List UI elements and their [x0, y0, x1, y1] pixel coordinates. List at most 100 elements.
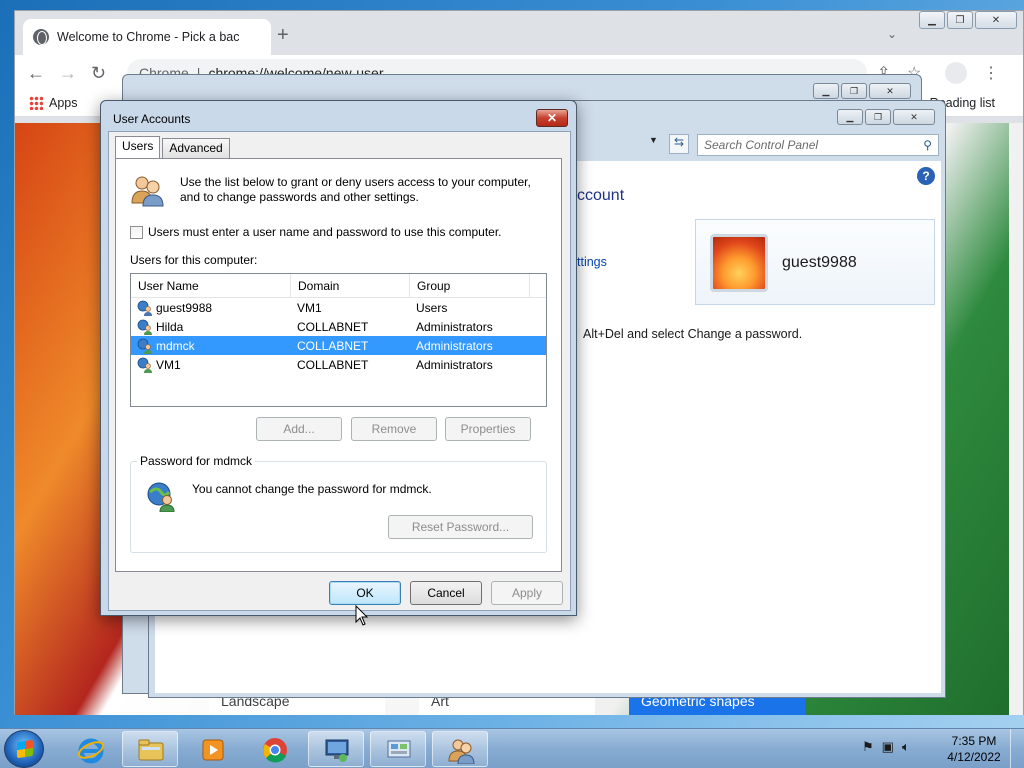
taskbar-user-accounts[interactable]: [432, 731, 488, 767]
user-icon: [137, 300, 153, 316]
clock-date: 4/12/2022: [947, 750, 1001, 764]
user-globe-icon: [147, 482, 175, 512]
tab-title: Welcome to Chrome - Pick a bac: [57, 30, 240, 44]
apps-label: Apps: [49, 96, 78, 110]
intro-text: Use the list below to grant or deny user…: [180, 175, 531, 204]
users-list-rows: guest9988 VM1 Users Hilda COLLABNET Administr…: [131, 298, 546, 374]
cell-domain: VM1: [297, 300, 322, 315]
dialog-body: Users Advanced Use the list below to gra…: [108, 131, 571, 611]
control-panel-window-controls: ▁ ❐ ✕: [837, 109, 935, 125]
dialog-close-button[interactable]: ✕: [536, 109, 568, 127]
user-name-text: mdmck: [156, 338, 195, 353]
clock[interactable]: 7:35 PM 4/12/2022: [946, 733, 1002, 765]
minimize-button[interactable]: ▁: [919, 11, 945, 29]
current-user-card: guest9988: [695, 219, 935, 305]
require-login-checkbox-row[interactable]: Users must enter a user name and passwor…: [130, 225, 502, 239]
close-button[interactable]: ✕: [893, 109, 935, 125]
settings-link[interactable]: ttings: [577, 255, 607, 269]
volume-icon[interactable]: 🔈︎: [902, 739, 910, 755]
add-button[interactable]: Add...: [256, 417, 342, 441]
action-center-flag-icon[interactable]: ⚑: [862, 739, 874, 755]
tab-advanced[interactable]: Advanced: [162, 138, 230, 158]
properties-button[interactable]: Properties: [445, 417, 531, 441]
user-name: guest9988: [782, 254, 857, 271]
tab-search-chevron-icon[interactable]: ⌄: [887, 27, 897, 41]
chrome-tab-strip: Welcome to Chrome - Pick a bac + ⌄ ▁ ❐ ✕: [15, 11, 1023, 55]
maximize-button[interactable]: ❐: [865, 109, 891, 125]
tab-users[interactable]: Users: [115, 136, 161, 158]
column-group[interactable]: Group: [410, 274, 530, 298]
cell-user-name: mdmck: [131, 338, 291, 354]
clock-time: 7:35 PM: [951, 734, 997, 748]
back-window-controls: ▁ ❐ ✕: [813, 83, 911, 99]
maximize-button[interactable]: ❐: [841, 83, 867, 99]
users-icon: [131, 176, 164, 207]
refresh-icon[interactable]: ⇆: [669, 134, 689, 154]
tab-welcome[interactable]: Welcome to Chrome - Pick a bac: [23, 19, 271, 55]
minimize-button[interactable]: ▁: [837, 109, 863, 125]
windows-logo-icon: [17, 739, 33, 759]
search-placeholder: Search Control Panel: [704, 138, 819, 152]
menu-kebab-icon[interactable]: ⋮: [983, 63, 999, 83]
globe-icon: [33, 29, 49, 45]
ok-button[interactable]: OK: [329, 581, 401, 605]
mouse-cursor-icon: [355, 605, 369, 626]
taskbar-remote-desktop[interactable]: [308, 731, 364, 767]
require-login-checkbox[interactable]: [130, 225, 143, 239]
search-control-panel-input[interactable]: Search Control Panel ⚲: [697, 134, 939, 156]
user-icon: [137, 338, 153, 354]
show-desktop-button[interactable]: [1010, 729, 1024, 768]
reset-password-button[interactable]: Reset Password...: [388, 515, 533, 539]
reload-icon[interactable]: ↻: [91, 63, 106, 84]
taskbar-control-panel[interactable]: [370, 731, 426, 767]
taskbar-internet-explorer[interactable]: [62, 731, 118, 767]
user-name-text: VM1: [156, 357, 181, 372]
start-button[interactable]: [4, 730, 44, 768]
cell-group: Administrators: [416, 338, 493, 353]
table-row[interactable]: mdmck COLLABNET Administrators: [131, 336, 546, 355]
minimize-button[interactable]: ▁: [813, 83, 839, 99]
users-list[interactable]: User Name Domain Group guest9988 VM1 Users…: [130, 273, 547, 407]
cell-domain: COLLABNET: [297, 338, 369, 353]
cell-domain: COLLABNET: [297, 319, 369, 334]
apps-grid-icon: [29, 96, 43, 110]
users-list-label: Users for this computer:: [130, 253, 258, 267]
user-name-text: guest9988: [156, 300, 213, 315]
column-user-name[interactable]: User Name: [131, 274, 291, 298]
table-row[interactable]: Hilda COLLABNET Administrators: [131, 317, 546, 336]
network-icon[interactable]: ▣: [882, 739, 894, 755]
help-icon[interactable]: ?: [917, 167, 935, 185]
maximize-button[interactable]: ❐: [947, 11, 973, 29]
apps-shortcut[interactable]: Apps: [29, 96, 78, 110]
apply-button[interactable]: Apply: [491, 581, 563, 605]
system-tray: ⚑ ▣ 🔈︎: [862, 739, 910, 755]
dialog-title: User Accounts: [113, 112, 191, 126]
forward-arrow-icon[interactable]: →: [59, 63, 77, 84]
search-icon[interactable]: ⚲: [923, 138, 932, 152]
new-tab-button[interactable]: +: [277, 24, 289, 47]
close-button[interactable]: ✕: [869, 83, 911, 99]
taskbar-explorer[interactable]: [122, 731, 178, 767]
internet-explorer-icon: [77, 738, 105, 764]
close-button[interactable]: ✕: [975, 11, 1017, 29]
user-accounts-dialog: User Accounts ✕ Users Advanced Use the l…: [100, 100, 577, 616]
cancel-button[interactable]: Cancel: [410, 581, 482, 605]
page-title: ccount: [577, 187, 625, 204]
remove-button[interactable]: Remove: [351, 417, 437, 441]
column-domain[interactable]: Domain: [291, 274, 410, 298]
table-row[interactable]: guest9988 VM1 Users: [131, 298, 546, 317]
address-dropdown-icon[interactable]: ▼: [649, 135, 658, 145]
users-list-header: User Name Domain Group: [131, 274, 546, 298]
cell-group: Administrators: [416, 319, 493, 334]
profile-avatar-icon[interactable]: [945, 62, 967, 84]
back-arrow-icon[interactable]: ←: [27, 63, 45, 84]
chrome-scrollbar[interactable]: [1009, 123, 1023, 715]
taskbar-media-player[interactable]: [184, 731, 240, 767]
cell-user-name: VM1: [131, 357, 291, 373]
cell-domain: COLLABNET: [297, 357, 369, 372]
user-icon: [137, 357, 153, 373]
taskbar-chrome[interactable]: [246, 731, 302, 767]
table-row[interactable]: VM1 COLLABNET Administrators: [131, 355, 546, 374]
cell-user-name: Hilda: [131, 319, 291, 335]
network-monitor-icon: [325, 739, 349, 762]
